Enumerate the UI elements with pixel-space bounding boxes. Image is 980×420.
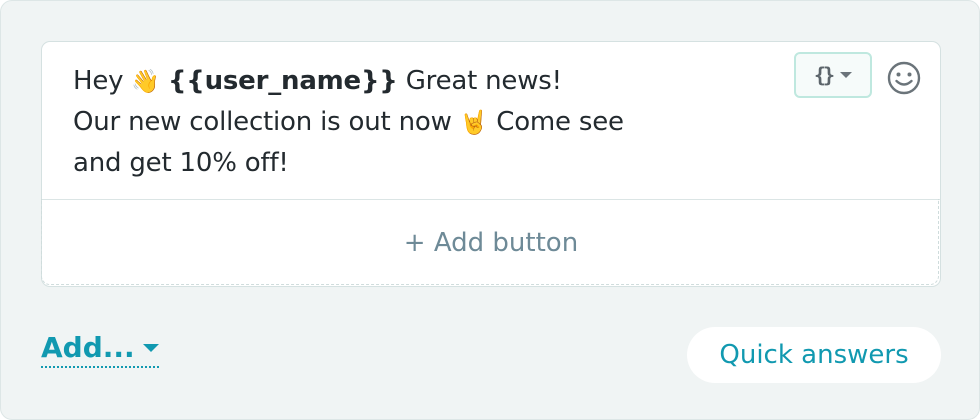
message-line-3: and get 10% off! [73, 148, 289, 178]
insert-variable-button[interactable]: {} [794, 52, 872, 98]
add-button-zone[interactable]: + Add button [42, 200, 940, 286]
braces-icon: {} [813, 63, 835, 87]
greeting-text: Hey [73, 66, 124, 96]
line2-end-text: Come see [496, 107, 624, 137]
smiley-icon[interactable] [886, 60, 922, 96]
waving-hand-emoji: 👋 [131, 69, 160, 95]
line2-start-text: Our new collection is out now [73, 107, 452, 137]
message-card: Hey 👋 {{user_name}} Great news! Our new … [41, 41, 941, 287]
message-line-1: Hey 👋 {{user_name}} Great news! [73, 61, 773, 102]
rock-hand-emoji: 🤘 [459, 110, 489, 136]
message-text[interactable]: Hey 👋 {{user_name}} Great news! Our new … [73, 61, 773, 183]
message-composer-panel: Hey 👋 {{user_name}} Great news! Our new … [0, 0, 980, 420]
message-line-2: Our new collection is out now 🤘 Come see [73, 102, 773, 143]
line1-text: Great news! [405, 66, 562, 96]
quick-answers-button[interactable]: Quick answers [687, 327, 941, 383]
user-name-variable: {{user_name}} [167, 66, 398, 96]
add-menu-dropdown[interactable]: Add... [41, 331, 159, 368]
chevron-down-icon [840, 72, 853, 78]
add-menu-label: Add... [41, 331, 135, 364]
chevron-down-icon [142, 343, 159, 352]
